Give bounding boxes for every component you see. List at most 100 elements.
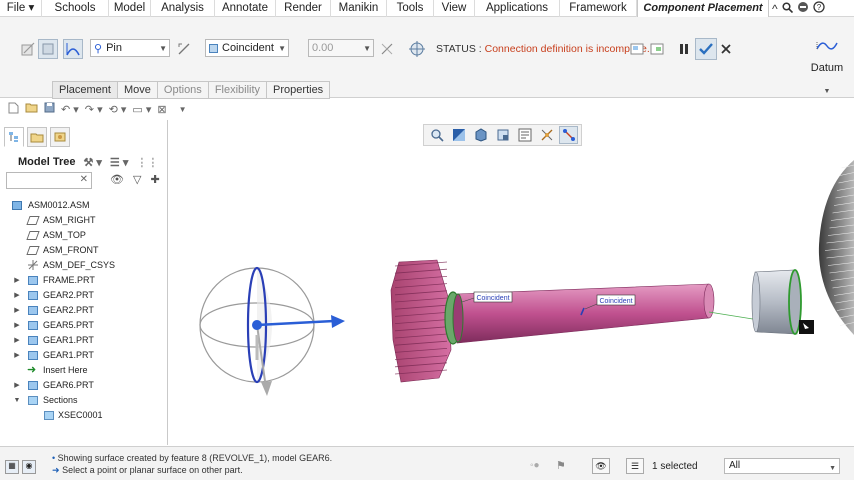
expand-arrow-icon[interactable]: ▶: [13, 318, 21, 333]
help-icon[interactable]: ?: [812, 1, 825, 16]
browser-toggle-icon[interactable]: ◉: [22, 460, 36, 474]
selection-filter-select[interactable]: All ▼: [724, 458, 840, 474]
menu-framework[interactable]: Framework: [560, 0, 637, 17]
menu-annotate[interactable]: Annotate: [215, 0, 276, 17]
new-file-icon[interactable]: [8, 102, 19, 117]
show-list-icon[interactable]: ☰ ▾: [110, 156, 128, 169]
selection-list-icon[interactable]: ☰: [626, 458, 644, 474]
user-defined-icon[interactable]: [18, 39, 38, 59]
filter-tree-icon[interactable]: ⋮⋮: [136, 156, 158, 169]
menu-file[interactable]: File ▾: [0, 0, 42, 17]
tree-item-sections[interactable]: ▼ Sections: [0, 393, 168, 408]
window-icon[interactable]: ▭ ▾: [132, 103, 151, 116]
search-icon[interactable]: [782, 1, 793, 16]
spin-center-icon[interactable]: [559, 126, 578, 144]
menu-analysis[interactable]: Analysis: [151, 0, 215, 17]
offset-input[interactable]: 0.00 ▼: [308, 39, 374, 57]
minimize-ribbon-icon[interactable]: ^: [772, 2, 778, 16]
redo-icon[interactable]: ↷ ▾: [85, 103, 103, 116]
large-gear-part[interactable]: [818, 160, 854, 335]
flip-direction-icon[interactable]: [174, 39, 194, 59]
cancel-close-icon[interactable]: [716, 39, 736, 59]
connection-icon[interactable]: [63, 39, 83, 59]
expand-arrow-icon[interactable]: ▶: [13, 273, 21, 288]
tab-component-placement[interactable]: Component Placement: [637, 0, 769, 17]
close-window-icon[interactable]: ⊠: [157, 103, 166, 116]
find-binoculars-icon[interactable]: 👁: [592, 458, 610, 474]
datum-display-icon[interactable]: [537, 126, 556, 144]
pause-icon[interactable]: [674, 39, 694, 59]
tree-item-asm-front[interactable]: ASM_FRONT: [0, 243, 168, 258]
tab-placement[interactable]: Placement: [52, 81, 117, 99]
flip-offset-icon[interactable]: [377, 39, 397, 59]
menu-applications[interactable]: Applications: [475, 0, 560, 17]
tree-item-xsec0001[interactable]: XSEC0001: [0, 408, 168, 423]
refit-icon[interactable]: [449, 126, 468, 144]
display-style-icon[interactable]: [471, 126, 490, 144]
datum-button[interactable]: Datum ▼: [800, 37, 854, 95]
find-binoculars-icon[interactable]: 👁: [110, 173, 124, 186]
collapse-arrow-icon[interactable]: ▼: [13, 393, 21, 408]
undo-icon[interactable]: ↶ ▾: [61, 103, 79, 116]
pinion-gear[interactable]: [390, 259, 462, 383]
save-icon[interactable]: [44, 102, 55, 116]
flag-icon[interactable]: ⚑: [556, 459, 566, 472]
expand-arrow-icon[interactable]: ▶: [13, 348, 21, 363]
expand-arrow-icon[interactable]: ▶: [13, 303, 21, 318]
model-graphics[interactable]: Coincident Coincident: [169, 120, 854, 445]
add-column-icon[interactable]: ✚: [150, 173, 159, 186]
menu-model[interactable]: Model: [109, 0, 151, 17]
settings-tools-icon[interactable]: ⚒ ▾: [83, 156, 101, 169]
connection-type-select[interactable]: ⚲ Pin ▼: [90, 39, 170, 57]
smart-select-icon[interactable]: ◦●: [530, 460, 540, 471]
constraint-type-select[interactable]: Coincident ▼: [205, 39, 289, 57]
chevron-down-icon[interactable]: ▼: [800, 88, 854, 95]
model-tree-tab-icon[interactable]: [4, 127, 24, 147]
tab-flexibility[interactable]: Flexibility: [207, 81, 267, 99]
tree-item-insert-here[interactable]: ➜ Insert Here: [0, 363, 168, 378]
expand-arrow-icon[interactable]: ▶: [13, 378, 21, 393]
menu-view[interactable]: View: [434, 0, 475, 17]
open-folder-icon[interactable]: [25, 102, 38, 116]
customize-toolbar-icon[interactable]: ▼: [179, 105, 187, 114]
settings-icon[interactable]: [797, 1, 809, 16]
filter-icon[interactable]: ▽: [133, 173, 141, 186]
tree-item-asm-def-csys[interactable]: ASM_DEF_CSYS: [0, 258, 168, 273]
tree-item-gear6[interactable]: ▶ GEAR6.PRT: [0, 378, 168, 393]
bushing-part[interactable]: [751, 269, 814, 335]
tree-item-gear2-a[interactable]: ▶ GEAR2.PRT: [0, 288, 168, 303]
zoom-icon[interactable]: [427, 126, 446, 144]
expand-arrow-icon[interactable]: ▶: [13, 333, 21, 348]
tree-item-gear1-a[interactable]: ▶ GEAR1.PRT: [0, 333, 168, 348]
3d-dragger-sphere[interactable]: [199, 266, 345, 396]
expand-arrow-icon[interactable]: ▶: [13, 288, 21, 303]
tree-search-input[interactable]: ✕: [6, 172, 92, 189]
ok-checkmark-icon[interactable]: [695, 38, 717, 60]
saved-orientations-icon[interactable]: [493, 126, 512, 144]
menu-render[interactable]: Render: [276, 0, 331, 17]
navigator-toggle-icon[interactable]: ▦: [5, 460, 19, 474]
menu-manikin[interactable]: Manikin: [331, 0, 387, 17]
tree-item-asm-top[interactable]: ASM_TOP: [0, 228, 168, 243]
view-manager-icon[interactable]: [515, 126, 534, 144]
predefined-set-icon[interactable]: [38, 39, 58, 59]
clear-search-icon[interactable]: ✕: [80, 174, 88, 185]
tab-properties[interactable]: Properties: [266, 81, 331, 99]
tab-move[interactable]: Move: [116, 81, 157, 99]
component-window-icon[interactable]: [627, 39, 647, 59]
separate-window-icon[interactable]: [407, 39, 427, 59]
tree-item-frame[interactable]: ▶ FRAME.PRT: [0, 273, 168, 288]
assembly-window-icon[interactable]: [647, 39, 667, 59]
tree-item-asm-right[interactable]: ASM_RIGHT: [0, 213, 168, 228]
tab-options[interactable]: Options: [156, 81, 208, 99]
tree-item-asm0012[interactable]: ASM0012.ASM: [0, 198, 168, 213]
tree-item-gear1-b[interactable]: ▶ GEAR1.PRT: [0, 348, 168, 363]
regenerate-icon[interactable]: ⟲ ▾: [109, 103, 127, 116]
graphics-viewport[interactable]: Coincident Coincident: [169, 120, 854, 445]
menu-tools[interactable]: Tools: [387, 0, 434, 17]
tree-item-gear2-b[interactable]: ▶ GEAR2.PRT: [0, 303, 168, 318]
tree-item-gear5[interactable]: ▶ GEAR5.PRT: [0, 318, 168, 333]
menu-schools[interactable]: Schools: [42, 0, 109, 17]
favorites-tab-icon[interactable]: [50, 127, 70, 147]
folder-browser-tab-icon[interactable]: [27, 127, 47, 147]
